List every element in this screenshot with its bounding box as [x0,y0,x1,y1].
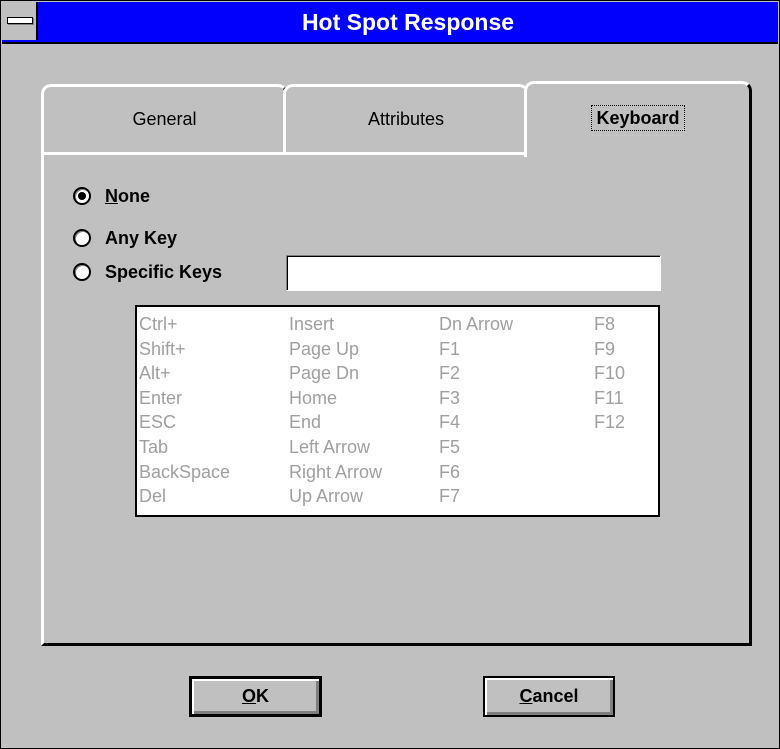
key-list-item[interactable]: Dn Arrow [439,312,513,337]
key-list[interactable]: Ctrl+ Shift+ Alt+ Enter ESC Tab BackSpace Del I… [135,305,660,517]
key-list-item[interactable]: F4 [439,410,513,435]
key-list-item[interactable]: Shift+ [139,337,230,362]
key-list-column: F8 F9 F10 F11 F12 [594,312,625,435]
radio-any-key-label: Any Key [105,227,178,248]
key-list-item[interactable]: Del [139,484,230,509]
radio-any-key[interactable]: Any Key [73,225,177,251]
key-list-column: Insert Page Up Page Dn Home End Left Arrow Rig… [289,312,382,509]
key-list-item[interactable]: BackSpace [139,460,230,485]
key-list-item[interactable]: Left Arrow [289,435,382,460]
tab-general[interactable]: General [41,84,288,152]
key-list-item[interactable]: Enter [139,386,230,411]
key-list-item[interactable]: End [289,410,382,435]
ok-button[interactable]: OK [189,676,322,717]
key-list-item[interactable]: F3 [439,386,513,411]
title-bar[interactable]: Hot Spot Response [2,2,778,44]
key-list-item[interactable]: F11 [594,386,625,411]
key-list-item[interactable]: F9 [594,337,625,362]
key-list-item[interactable]: Home [289,386,382,411]
key-list-column: Dn Arrow F1 F2 F3 F4 F5 F6 F7 [439,312,513,509]
radio-specific-keys-label: Specific Keys [105,261,223,282]
key-list-item[interactable]: F2 [439,361,513,386]
radio-specific-keys-button[interactable] [73,263,91,281]
key-list-item[interactable]: F8 [594,312,625,337]
tab-keyboard-label: Keyboard [591,105,685,131]
radio-specific-keys[interactable]: Specific Keys [73,259,222,285]
dialog-window: Hot Spot Response General Attributes Key… [0,0,780,749]
cancel-button[interactable]: Cancel [483,676,615,717]
key-list-item[interactable]: Right Arrow [289,460,382,485]
tab-attributes-label: Attributes [367,109,445,129]
system-menu-button[interactable] [2,2,38,40]
key-list-item[interactable]: F5 [439,435,513,460]
window-title: Hot Spot Response [301,9,515,35]
radio-none[interactable]: None [73,183,150,209]
key-list-item[interactable]: F7 [439,484,513,509]
radio-none-button[interactable] [73,187,91,205]
key-list-item[interactable]: Page Up [289,337,382,362]
tab-keyboard[interactable]: Keyboard [524,81,752,157]
key-list-item[interactable]: F6 [439,460,513,485]
key-list-item[interactable]: Page Dn [289,361,382,386]
key-list-item[interactable]: Insert [289,312,382,337]
tab-attributes[interactable]: Attributes [283,84,529,152]
radio-any-key-button[interactable] [73,229,91,247]
tab-general-label: General [132,109,197,129]
key-list-item[interactable]: Tab [139,435,230,460]
key-list-item[interactable]: F10 [594,361,625,386]
key-list-item[interactable]: Up Arrow [289,484,382,509]
specific-keys-input[interactable] [286,255,661,291]
key-list-item[interactable]: F1 [439,337,513,362]
key-list-item[interactable]: Alt+ [139,361,230,386]
radio-none-label: None [105,185,151,206]
key-list-column: Ctrl+ Shift+ Alt+ Enter ESC Tab BackSpace Del [139,312,230,509]
key-list-item[interactable]: ESC [139,410,230,435]
key-list-item[interactable]: Ctrl+ [139,312,230,337]
key-list-item[interactable]: F12 [594,410,625,435]
system-menu-icon [7,17,33,24]
